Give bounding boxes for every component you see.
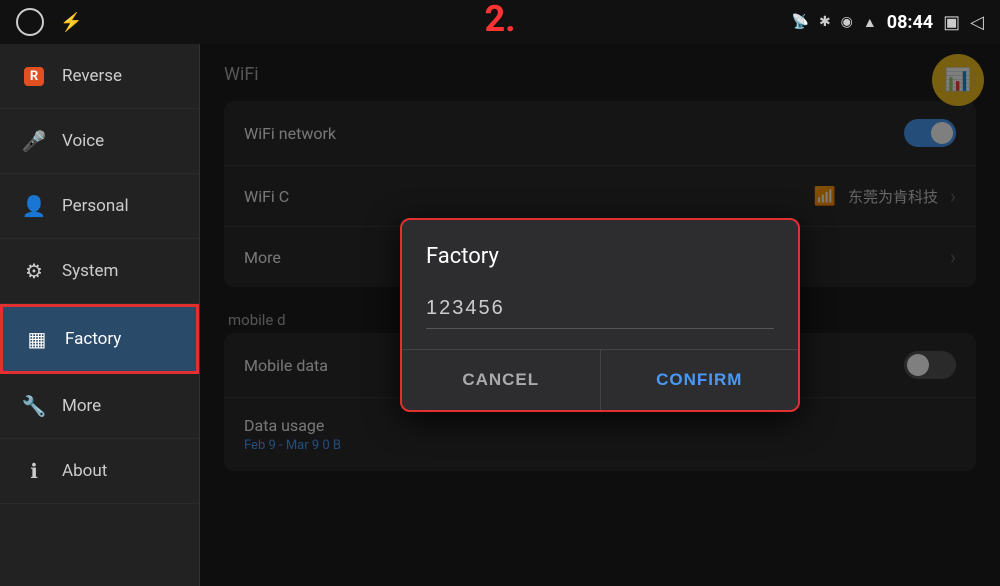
sidebar-label-factory: Factory — [65, 329, 121, 349]
cancel-button[interactable]: CANCEL — [402, 350, 601, 410]
sidebar-label-about: About — [62, 461, 107, 481]
step-number: 2. — [484, 0, 515, 40]
wifi-icon: ▲ — [863, 14, 877, 31]
bluetooth-icon: ✱ — [819, 14, 831, 30]
overlay-backdrop: Factory CANCEL CONFIRM — [200, 44, 1000, 586]
sidebar-item-system[interactable]: ⚙ System — [0, 239, 199, 304]
back-icon[interactable]: ◁ — [970, 12, 984, 33]
factory-password-input[interactable] — [426, 289, 774, 329]
status-left-icons: ⚡ — [16, 8, 82, 36]
dialog-input-area — [402, 279, 798, 349]
sidebar-item-about[interactable]: ℹ About — [0, 439, 199, 504]
sidebar-label-voice: Voice — [62, 131, 104, 151]
time-display: 08:44 — [887, 12, 933, 33]
voice-icon: 🎤 — [20, 127, 48, 155]
sidebar-item-more[interactable]: 🔧 More — [0, 374, 199, 439]
dialog-title: Factory — [402, 220, 798, 279]
dialog-buttons: CANCEL CONFIRM — [402, 349, 798, 410]
about-icon: ℹ — [20, 457, 48, 485]
factory-icon: ▦ — [23, 325, 51, 353]
sidebar-item-personal[interactable]: 👤 Personal — [0, 174, 199, 239]
more-icon: 🔧 — [20, 392, 48, 420]
sidebar-item-voice[interactable]: 🎤 Voice — [0, 109, 199, 174]
confirm-button[interactable]: CONFIRM — [601, 350, 799, 410]
sidebar-label-more: More — [62, 396, 101, 416]
usb-icon: ⚡ — [60, 12, 82, 33]
personal-icon: 👤 — [20, 192, 48, 220]
reverse-icon: R — [20, 62, 48, 90]
main-layout: R Reverse 🎤 Voice 👤 Personal ⚙ System ▦ … — [0, 44, 1000, 586]
circle-icon — [16, 8, 44, 36]
content-area: WiFi 📊 WiFi network WiFi C 📶 东莞为肯科技 — [200, 44, 1000, 586]
status-bar: ⚡ 2. 📡 ✱ ◉ ▲ 08:44 ▣ ◁ — [0, 0, 1000, 44]
factory-dialog: Factory CANCEL CONFIRM — [400, 218, 800, 412]
system-icon: ⚙ — [20, 257, 48, 285]
location-icon: ◉ — [841, 14, 853, 30]
status-right-area: 📡 ✱ ◉ ▲ 08:44 ▣ ◁ — [792, 12, 985, 33]
sidebar-label-reverse: Reverse — [62, 66, 122, 86]
sidebar-item-factory[interactable]: ▦ Factory — [0, 304, 199, 374]
sidebar-label-system: System — [62, 261, 118, 281]
cast-icon: 📡 — [792, 14, 809, 30]
sidebar: R Reverse 🎤 Voice 👤 Personal ⚙ System ▦ … — [0, 44, 200, 586]
sidebar-item-reverse[interactable]: R Reverse — [0, 44, 199, 109]
window-icon[interactable]: ▣ — [943, 12, 960, 33]
sidebar-label-personal: Personal — [62, 196, 129, 216]
